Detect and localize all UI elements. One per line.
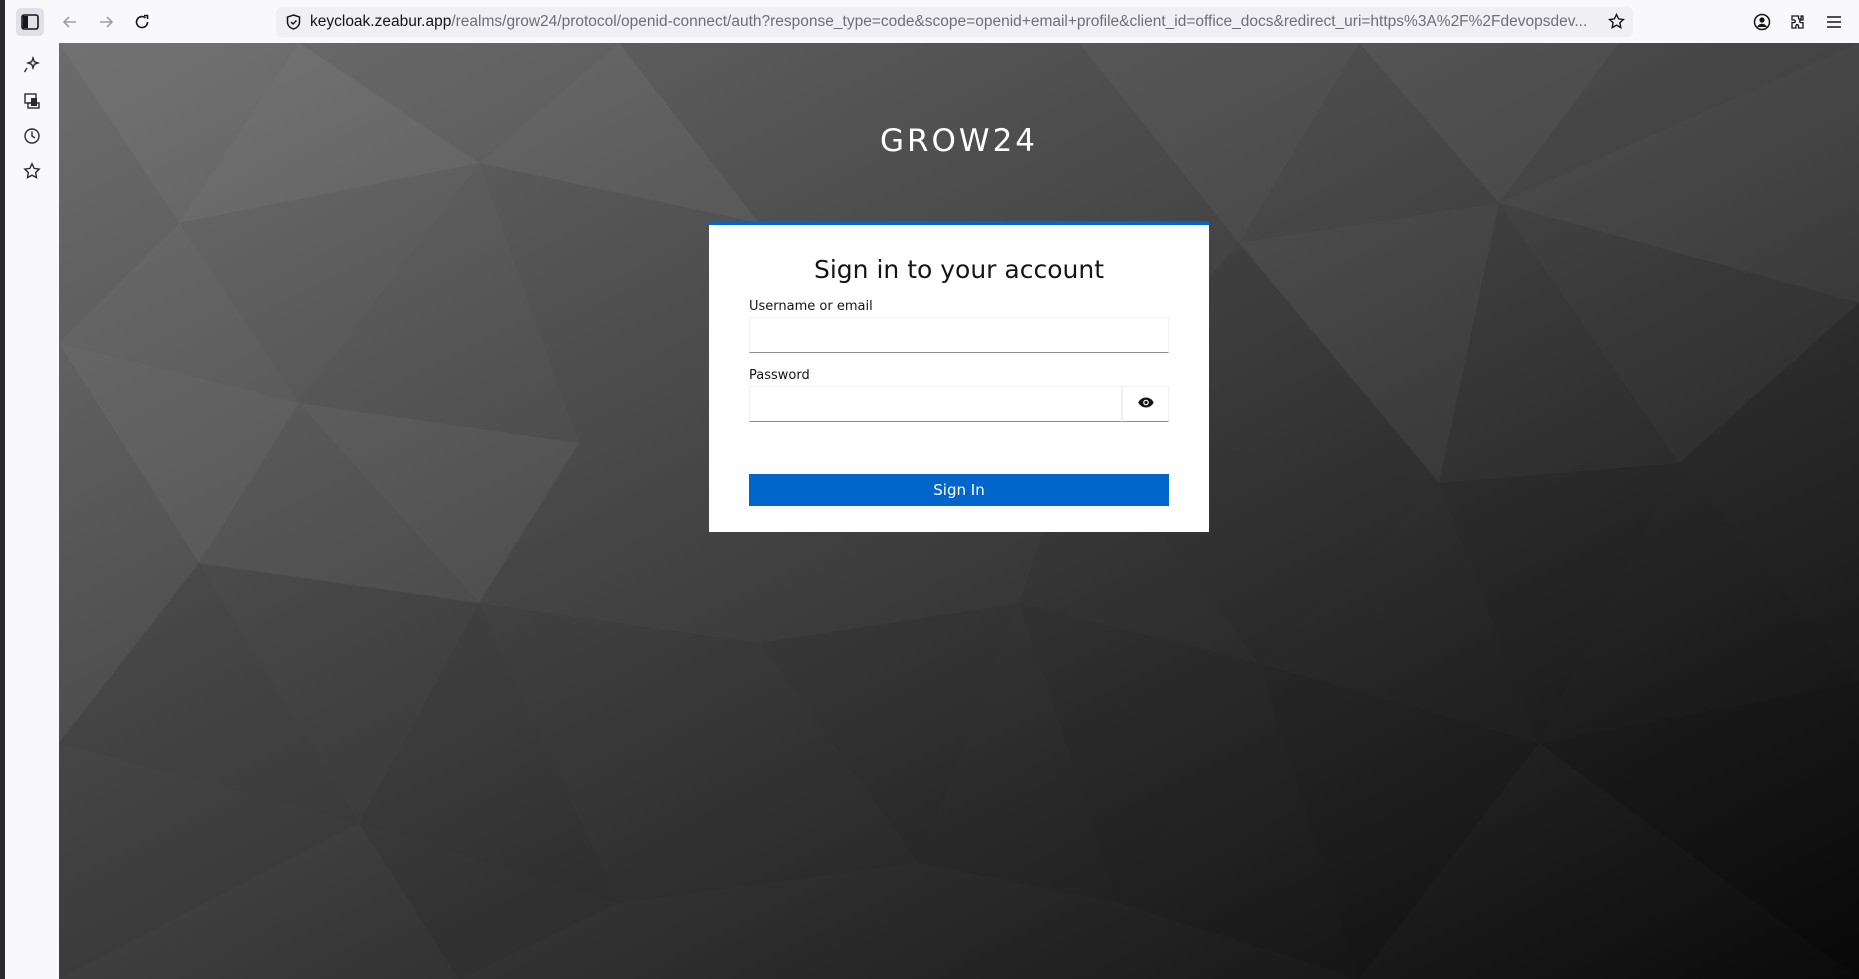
browser-sidebar — [5, 43, 59, 979]
realm-title: GROW24 — [879, 123, 1039, 159]
puzzle-icon[interactable] — [1784, 8, 1812, 36]
reload-icon[interactable] — [128, 8, 156, 36]
login-card-title: Sign in to your account — [813, 255, 1104, 284]
eye-icon — [1137, 395, 1154, 413]
forward-arrow-icon[interactable] — [92, 8, 120, 36]
sidebar-toggle-icon[interactable] — [16, 8, 44, 36]
sign-in-button[interactable]: Sign In — [749, 474, 1169, 506]
account-icon[interactable] — [1748, 8, 1776, 36]
login-card: Sign in to your account Username or emai… — [709, 221, 1209, 532]
password-input[interactable] — [749, 386, 1122, 422]
username-label: Username or email — [749, 299, 873, 314]
star-icon[interactable] — [1608, 13, 1625, 30]
shield-icon[interactable] — [286, 14, 301, 30]
history-icon[interactable] — [20, 124, 44, 148]
show-password-button[interactable] — [1122, 386, 1169, 422]
ai-sparkle-icon[interactable] — [20, 53, 44, 77]
synced-tabs-icon[interactable] — [20, 89, 44, 113]
url-host: keycloak.zeabur.app — [310, 13, 452, 30]
password-label: Password — [749, 368, 810, 383]
page-content: GROW24 Sign in to your account Username … — [59, 43, 1859, 979]
browser-toolbar: keycloak.zeabur.app/realms/grow24/protoc… — [5, 0, 1859, 43]
hamburger-menu-icon[interactable] — [1820, 8, 1848, 36]
back-arrow-icon[interactable] — [56, 8, 84, 36]
address-bar[interactable]: keycloak.zeabur.app/realms/grow24/protoc… — [276, 7, 1633, 37]
username-input[interactable] — [749, 317, 1169, 353]
url-path: /realms/grow24/protocol/openid-connect/a… — [451, 13, 1588, 30]
bookmarks-star-icon[interactable] — [20, 159, 44, 183]
